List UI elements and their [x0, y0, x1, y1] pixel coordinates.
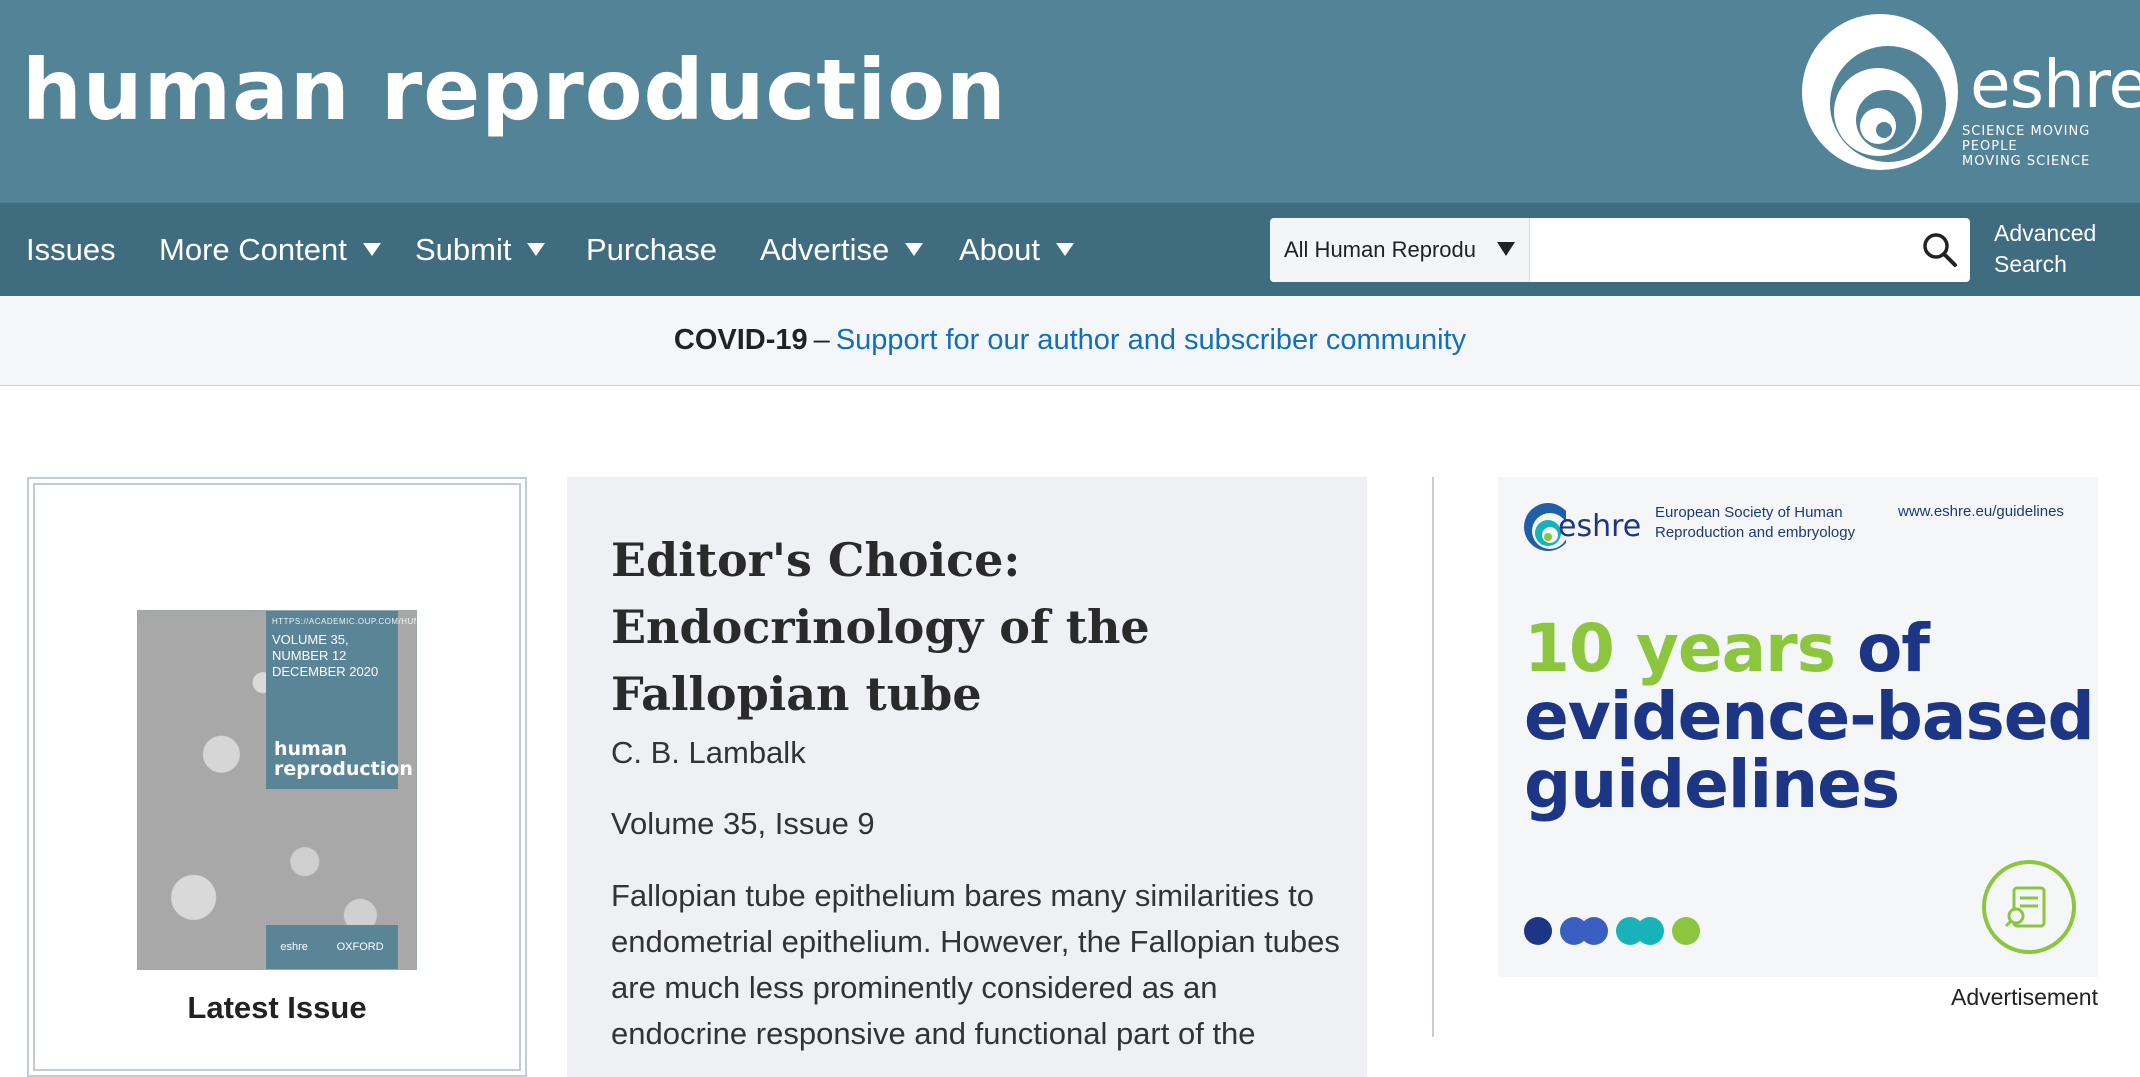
advertisement-label: Advertisement [1950, 984, 2098, 1010]
feature-title[interactable]: Editor's Choice: Endocrinology of the Fa… [611, 527, 1311, 728]
search-button[interactable] [1920, 230, 1960, 270]
ad-eshre-logo: eshre [1524, 499, 1641, 559]
alert-separator: – [813, 324, 830, 356]
document-search-icon [1982, 860, 2076, 954]
feature-volume: Volume 35, Issue 9 [611, 806, 875, 841]
search-bar: All Human Reprodu [1270, 218, 1970, 282]
search-scope-select[interactable]: All Human Reprodu [1270, 218, 1530, 282]
nav-purchase[interactable]: Purchase [586, 203, 717, 296]
nav-more-content[interactable]: More Content [159, 203, 381, 296]
search-icon [1923, 233, 1957, 267]
ad-org-name: European Society of Human Reproduction a… [1655, 504, 1856, 541]
eshre-logo[interactable]: eshre SCIENCE MOVING PEOPLE MOVING SCIEN… [1792, 12, 2140, 172]
nav-issues[interactable]: Issues [26, 203, 116, 296]
column-divider [1432, 477, 1434, 1037]
advertisement-banner[interactable]: eshre European Society of Human Reproduc… [1498, 477, 2098, 977]
cover-info-panel: HTTPS://ACADEMIC.OUP.COM/HUMREP VOLUME 3… [266, 611, 416, 789]
journal-cover-image[interactable]: HTTPS://ACADEMIC.OUP.COM/HUMREP VOLUME 3… [137, 610, 417, 970]
alert-prefix: COVID-19 [673, 324, 808, 356]
cover-title: human reproduction [274, 738, 413, 780]
dropdown-caret-icon [905, 243, 924, 256]
latest-issue-link[interactable]: Latest Issue [27, 990, 527, 1026]
logo-wordmark: eshre [1970, 46, 2140, 123]
dropdown-caret-icon [527, 243, 546, 256]
site-title[interactable]: human reproduction [22, 30, 1007, 150]
nav-advertise[interactable]: Advertise [760, 203, 924, 296]
cover-footer: eshre OXFORD [266, 925, 398, 969]
ad-dot-decoration [1524, 917, 1700, 945]
dropdown-caret-icon [1056, 243, 1075, 256]
feature-author: C. B. Lambalk [611, 735, 806, 770]
ad-url: www.eshre.eu/guidelines [1898, 503, 2064, 520]
advanced-search-link[interactable]: Advanced Search [1994, 218, 2124, 280]
alert-link[interactable]: Support for our author and subscriber co… [836, 324, 1466, 357]
ad-headline: 10 years of evidence-based guidelines [1524, 610, 2095, 823]
search-input[interactable] [1532, 224, 1902, 276]
editors-choice-feature: Editor's Choice: Endocrinology of the Fa… [567, 477, 1367, 1077]
feature-abstract: Fallopian tube epithelium bares many sim… [611, 878, 1340, 1051]
logo-tagline: SCIENCE MOVING PEOPLE MOVING SCIENCE [1962, 124, 2091, 169]
nav-about[interactable]: About [959, 203, 1075, 296]
chevron-down-icon [1497, 242, 1515, 256]
masthead: human reproduction eshre SCIENCE MOVING … [0, 0, 2140, 203]
covid-alert-bar: COVID-19 – Support for our author and su… [0, 296, 2140, 386]
nav-submit[interactable]: Submit [415, 203, 546, 296]
dropdown-caret-icon [362, 243, 381, 256]
eshre-swirl-icon [1802, 14, 1958, 170]
